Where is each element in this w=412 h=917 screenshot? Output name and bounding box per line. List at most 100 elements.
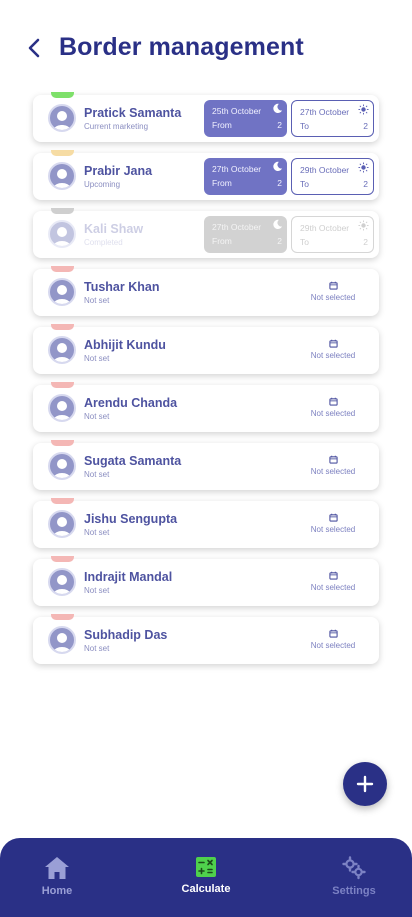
- status-tab: [51, 150, 74, 156]
- from-date-button[interactable]: 25th October From 2: [204, 100, 287, 137]
- chevron-left-icon: [28, 38, 40, 58]
- to-count: 2: [363, 179, 368, 189]
- date-picker-button[interactable]: Not selected: [305, 455, 361, 476]
- member-name: Arendu Chanda: [84, 396, 178, 410]
- gears-icon: [342, 856, 366, 880]
- calendar-icon: [328, 513, 338, 522]
- calendar-icon: [328, 281, 338, 290]
- date-status-text: Not selected: [310, 641, 356, 650]
- sun-icon: [358, 162, 369, 173]
- user-avatar-icon: [48, 220, 76, 248]
- to-date-text: 29th October: [300, 165, 350, 175]
- from-date-text: 25th October: [212, 106, 262, 116]
- user-avatar-icon: [48, 278, 76, 306]
- nav-settings[interactable]: Settings: [314, 856, 394, 897]
- from-label: From: [212, 178, 232, 188]
- member-name: Pratick Samanta: [84, 106, 182, 120]
- from-count: 2: [277, 178, 282, 188]
- member-status: Not set: [84, 296, 110, 305]
- member-name: Subhadip Das: [84, 628, 168, 642]
- nav-settings-label: Settings: [332, 885, 376, 897]
- date-status-text: Not selected: [310, 467, 356, 476]
- from-date-text: 27th October: [212, 164, 262, 174]
- calendar-icon: [328, 629, 338, 638]
- date-picker-button[interactable]: Not selected: [305, 339, 361, 360]
- user-avatar-icon: [48, 394, 76, 422]
- calendar-icon: [328, 339, 338, 348]
- member-name: Tushar Khan: [84, 280, 160, 294]
- from-count: 2: [277, 120, 282, 130]
- add-member-button[interactable]: [343, 762, 387, 806]
- status-tab: [51, 208, 74, 214]
- date-picker-button[interactable]: Not selected: [305, 513, 361, 534]
- app-header: Border management: [0, 0, 412, 95]
- to-date-text: 27th October: [300, 107, 350, 117]
- status-tab: [51, 440, 74, 446]
- to-date-button[interactable]: 29th October To 2: [291, 158, 374, 195]
- home-icon: [45, 857, 69, 879]
- member-status: Completed: [84, 238, 123, 247]
- member-status: Not set: [84, 470, 110, 479]
- from-date-button[interactable]: 27th October From 2: [204, 216, 287, 253]
- date-status-text: Not selected: [310, 351, 356, 360]
- calendar-icon: [328, 397, 338, 406]
- member-name: Prabir Jana: [84, 164, 153, 178]
- nav-calculate[interactable]: Calculate: [166, 856, 246, 895]
- date-status-text: Not selected: [310, 293, 356, 302]
- member-name: Jishu Sengupta: [84, 512, 178, 526]
- moon-icon: [273, 161, 283, 171]
- moon-icon: [273, 219, 283, 229]
- date-status-text: Not selected: [310, 525, 356, 534]
- member-card[interactable]: Prabir Jana Upcoming 27th October From 2…: [33, 150, 379, 200]
- to-date-button[interactable]: 27th October To 2: [291, 100, 374, 137]
- member-status: Not set: [84, 644, 110, 653]
- bottom-navigation: Home Calculate Settings: [0, 838, 412, 917]
- date-picker-button[interactable]: Not selected: [305, 571, 361, 592]
- sun-icon: [358, 104, 369, 115]
- nav-home[interactable]: Home: [17, 856, 97, 897]
- member-name: Kali Shaw: [84, 222, 144, 236]
- user-avatar-icon: [48, 104, 76, 132]
- user-avatar-icon: [48, 568, 76, 596]
- member-status: Not set: [84, 412, 110, 421]
- date-picker-button[interactable]: Not selected: [305, 397, 361, 418]
- date-picker-button[interactable]: Not selected: [305, 281, 361, 302]
- to-date-button[interactable]: 29th October To 2: [291, 216, 374, 253]
- to-label: To: [300, 237, 309, 247]
- member-card[interactable]: Jishu Sengupta Not set Not selected: [33, 498, 379, 548]
- member-card[interactable]: Arendu Chanda Not set Not selected: [33, 382, 379, 432]
- user-avatar-icon: [48, 510, 76, 538]
- member-status: Not set: [84, 528, 110, 537]
- member-card[interactable]: Abhijit Kundu Not set Not selected: [33, 324, 379, 374]
- to-label: To: [300, 179, 309, 189]
- back-button[interactable]: [22, 36, 46, 60]
- plus-icon: [356, 775, 374, 793]
- member-name: Sugata Samanta: [84, 454, 182, 468]
- calendar-icon: [328, 455, 338, 464]
- status-tab: [51, 266, 74, 272]
- from-label: From: [212, 120, 232, 130]
- member-card[interactable]: Subhadip Das Not set Not selected: [33, 614, 379, 664]
- member-list: Pratick Samanta Current marketing 25th O…: [33, 92, 379, 675]
- member-card[interactable]: Pratick Samanta Current marketing 25th O…: [33, 92, 379, 142]
- date-picker-button[interactable]: Not selected: [305, 629, 361, 650]
- status-tab: [51, 382, 74, 388]
- member-status: Current marketing: [84, 122, 149, 131]
- to-date-text: 29th October: [300, 223, 350, 233]
- member-card[interactable]: Kali Shaw Completed 27th October From 2 …: [33, 208, 379, 258]
- calculator-icon: [196, 857, 216, 877]
- date-status-text: Not selected: [310, 583, 356, 592]
- from-date-button[interactable]: 27th October From 2: [204, 158, 287, 195]
- to-count: 2: [363, 237, 368, 247]
- to-label: To: [300, 121, 309, 131]
- member-name: Abhijit Kundu: [84, 338, 166, 352]
- member-status: Not set: [84, 354, 110, 363]
- member-card[interactable]: Tushar Khan Not set Not selected: [33, 266, 379, 316]
- moon-icon: [273, 103, 283, 113]
- status-tab: [51, 556, 74, 562]
- member-card[interactable]: Sugata Samanta Not set Not selected: [33, 440, 379, 490]
- page-title: Border management: [59, 33, 304, 61]
- from-date-text: 27th October: [212, 222, 262, 232]
- member-card[interactable]: Indrajit Mandal Not set Not selected: [33, 556, 379, 606]
- from-label: From: [212, 236, 232, 246]
